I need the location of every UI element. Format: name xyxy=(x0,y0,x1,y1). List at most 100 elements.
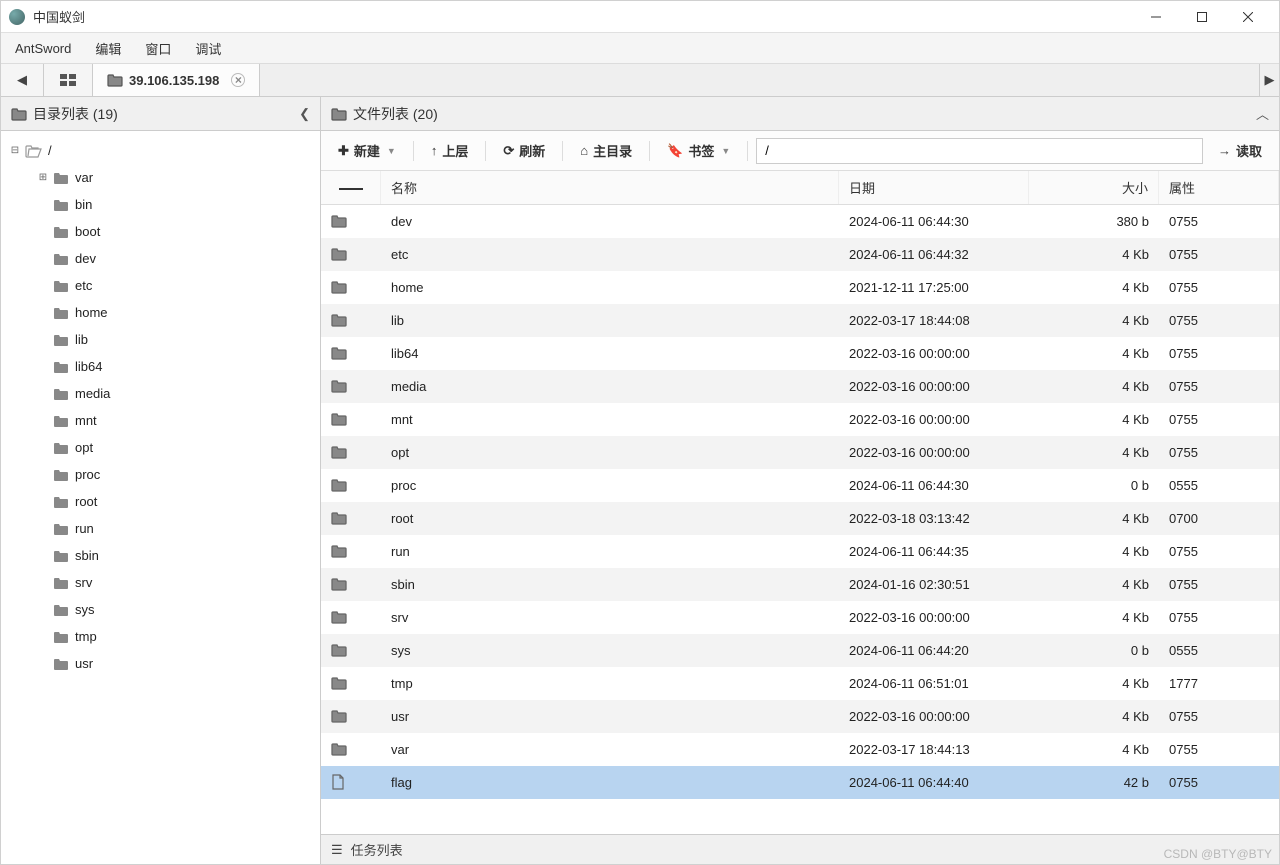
tree-item[interactable]: sys xyxy=(1,596,320,623)
bookmark-button[interactable]: 🔖书签▼ xyxy=(658,138,739,163)
expand-icon[interactable]: ⊞ xyxy=(37,172,49,183)
tree-item[interactable]: mnt xyxy=(1,407,320,434)
file-name: lib64 xyxy=(381,346,839,361)
table-row[interactable]: sys2024-06-11 06:44:200 b0555 xyxy=(321,634,1279,667)
directory-tree[interactable]: ⊟/⊞varbinbootdevetchomeliblib64mediamnto… xyxy=(1,131,320,864)
tree-item[interactable]: sbin xyxy=(1,542,320,569)
table-row[interactable]: root2022-03-18 03:13:424 Kb0700 xyxy=(321,502,1279,535)
tab-session[interactable]: 39.106.135.198 × xyxy=(93,64,260,96)
arrow-up-icon: ↑ xyxy=(431,143,438,158)
column-name[interactable]: 名称 xyxy=(381,171,839,204)
tree-item[interactable]: run xyxy=(1,515,320,542)
window-close-button[interactable] xyxy=(1225,1,1271,33)
table-row[interactable]: lib642022-03-16 00:00:004 Kb0755 xyxy=(321,337,1279,370)
folder-icon xyxy=(321,709,381,723)
path-input[interactable] xyxy=(756,138,1203,164)
menu-window[interactable]: 窗口 xyxy=(133,35,183,62)
folder-icon xyxy=(53,630,69,644)
table-row[interactable]: tmp2024-06-11 06:51:014 Kb1777 xyxy=(321,667,1279,700)
file-date: 2022-03-17 18:44:08 xyxy=(839,313,1029,328)
table-row[interactable]: home2021-12-11 17:25:004 Kb0755 xyxy=(321,271,1279,304)
menu-antsword[interactable]: AntSword xyxy=(7,37,83,60)
table-row[interactable]: mnt2022-03-16 00:00:004 Kb0755 xyxy=(321,403,1279,436)
table-row[interactable]: dev2024-06-11 06:44:30380 b0755 xyxy=(321,205,1279,238)
window-title: 中国蚁剑 xyxy=(33,7,1133,26)
sidebar-header[interactable]: 目录列表 (19) ❮ xyxy=(1,97,320,131)
table-row[interactable]: run2024-06-11 06:44:354 Kb0755 xyxy=(321,535,1279,568)
tree-item[interactable]: lib xyxy=(1,326,320,353)
table-row[interactable]: opt2022-03-16 00:00:004 Kb0755 xyxy=(321,436,1279,469)
tree-item[interactable]: etc xyxy=(1,272,320,299)
tree-item[interactable]: home xyxy=(1,299,320,326)
tree-item[interactable]: media xyxy=(1,380,320,407)
folder-icon xyxy=(321,346,381,360)
tree-item[interactable]: opt xyxy=(1,434,320,461)
read-button[interactable]: →读取 xyxy=(1209,138,1271,163)
file-name: srv xyxy=(381,610,839,625)
file-date: 2022-03-16 00:00:00 xyxy=(839,610,1029,625)
file-panel-collapse-icon[interactable]: ︿ xyxy=(1256,104,1269,123)
menu-debug[interactable]: 调试 xyxy=(183,35,233,62)
file-date: 2022-03-18 03:13:42 xyxy=(839,511,1029,526)
collapse-icon[interactable]: ⊟ xyxy=(9,145,21,156)
table-row[interactable]: etc2024-06-11 06:44:324 Kb0755 xyxy=(321,238,1279,271)
tree-item[interactable]: lib64 xyxy=(1,353,320,380)
tree-item[interactable]: tmp xyxy=(1,623,320,650)
table-row[interactable]: flag2024-06-11 06:44:4042 b0755 xyxy=(321,766,1279,799)
window-maximize-button[interactable] xyxy=(1179,1,1225,33)
taskbar[interactable]: ☰ 任务列表 xyxy=(321,834,1279,864)
folder-icon xyxy=(53,306,69,320)
file-table[interactable]: dev2024-06-11 06:44:30380 b0755etc2024-0… xyxy=(321,205,1279,834)
up-button[interactable]: ↑上层 xyxy=(422,138,478,163)
table-row[interactable]: sbin2024-01-16 02:30:514 Kb0755 xyxy=(321,568,1279,601)
tree-item[interactable]: dev xyxy=(1,245,320,272)
table-row[interactable]: usr2022-03-16 00:00:004 Kb0755 xyxy=(321,700,1279,733)
folder-icon xyxy=(321,544,381,558)
column-size[interactable]: 大小 xyxy=(1029,171,1159,204)
tab-next[interactable]: ▶ xyxy=(1259,64,1279,96)
file-size: 4 Kb xyxy=(1029,610,1159,625)
tree-item[interactable]: usr xyxy=(1,650,320,677)
tree-item-label: tmp xyxy=(75,629,97,644)
file-name: sys xyxy=(381,643,839,658)
file-perm: 0755 xyxy=(1159,379,1279,394)
tree-item[interactable]: bin xyxy=(1,191,320,218)
tree-item[interactable]: proc xyxy=(1,461,320,488)
file-panel: 文件列表 (20) ︿ ✚新建▼ ↑上层 ⟳刷新 ⌂主目录 🔖书签▼ →读取 名… xyxy=(321,97,1279,864)
table-row[interactable]: srv2022-03-16 00:00:004 Kb0755 xyxy=(321,601,1279,634)
sidebar-title: 目录列表 (19) xyxy=(33,104,299,124)
tab-prev[interactable]: ◀ xyxy=(1,64,44,96)
file-size: 4 Kb xyxy=(1029,379,1159,394)
refresh-button[interactable]: ⟳刷新 xyxy=(494,138,554,163)
sidebar-collapse-icon[interactable]: ❮ xyxy=(299,106,310,122)
new-button[interactable]: ✚新建▼ xyxy=(329,138,405,163)
menu-edit[interactable]: 编辑 xyxy=(83,35,133,62)
tab-close-button[interactable]: × xyxy=(231,73,245,87)
tree-item[interactable]: srv xyxy=(1,569,320,596)
window-minimize-button[interactable] xyxy=(1133,1,1179,33)
table-row[interactable]: media2022-03-16 00:00:004 Kb0755 xyxy=(321,370,1279,403)
file-panel-header[interactable]: 文件列表 (20) ︿ xyxy=(321,97,1279,131)
folder-icon xyxy=(53,657,69,671)
table-row[interactable]: proc2024-06-11 06:44:300 b0555 xyxy=(321,469,1279,502)
file-perm: 0755 xyxy=(1159,247,1279,262)
tree-item[interactable]: ⊞var xyxy=(1,164,320,191)
refresh-icon: ⟳ xyxy=(503,143,514,159)
watermark: CSDN @BTY@BTY xyxy=(1164,847,1272,861)
tree-root[interactable]: ⊟/ xyxy=(1,137,320,164)
file-size: 4 Kb xyxy=(1029,544,1159,559)
file-date: 2024-06-11 06:44:30 xyxy=(839,214,1029,229)
file-name: proc xyxy=(381,478,839,493)
column-date[interactable]: 日期 xyxy=(839,171,1029,204)
table-row[interactable]: lib2022-03-17 18:44:084 Kb0755 xyxy=(321,304,1279,337)
tree-item-label: proc xyxy=(75,467,100,482)
tree-item[interactable]: boot xyxy=(1,218,320,245)
tab-home[interactable] xyxy=(44,64,93,96)
home-button[interactable]: ⌂主目录 xyxy=(571,138,641,163)
tree-item-label: usr xyxy=(75,656,93,671)
tree-item[interactable]: root xyxy=(1,488,320,515)
table-row[interactable]: var2022-03-17 18:44:134 Kb0755 xyxy=(321,733,1279,766)
column-perm[interactable]: 属性 xyxy=(1159,171,1279,204)
folder-icon xyxy=(53,252,69,266)
column-sort[interactable] xyxy=(321,171,381,204)
